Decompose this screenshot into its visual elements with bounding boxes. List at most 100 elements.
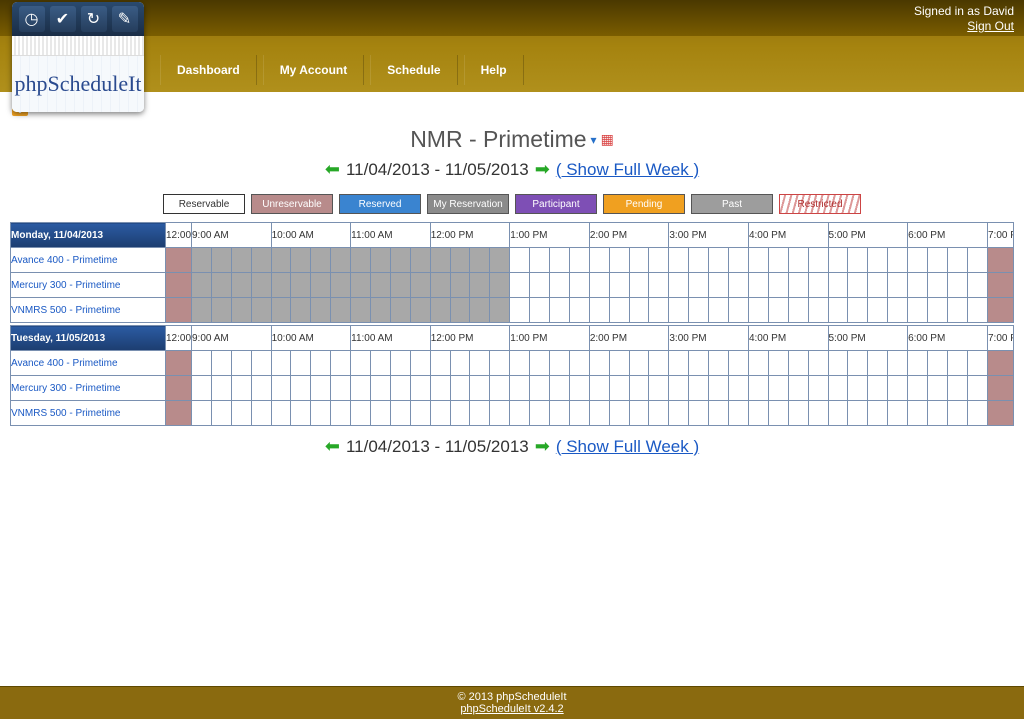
timeslot[interactable] bbox=[828, 248, 848, 273]
timeslot[interactable] bbox=[609, 401, 629, 426]
timeslot[interactable] bbox=[808, 351, 828, 376]
timeslot[interactable] bbox=[251, 351, 271, 376]
timeslot[interactable] bbox=[927, 248, 947, 273]
timeslot[interactable] bbox=[788, 273, 808, 298]
timeslot[interactable] bbox=[768, 298, 788, 323]
timeslot[interactable] bbox=[211, 401, 231, 426]
timeslot[interactable] bbox=[729, 401, 749, 426]
schedule-dropdown-icon[interactable]: ▾ bbox=[591, 133, 597, 147]
timeslot[interactable] bbox=[908, 273, 928, 298]
timeslot[interactable] bbox=[291, 401, 311, 426]
day-header[interactable]: Monday, 11/04/2013 bbox=[11, 223, 166, 248]
timeslot[interactable] bbox=[291, 351, 311, 376]
timeslot[interactable] bbox=[192, 401, 212, 426]
timeslot[interactable] bbox=[589, 351, 609, 376]
timeslot[interactable] bbox=[550, 376, 570, 401]
timeslot[interactable] bbox=[788, 401, 808, 426]
timeslot[interactable] bbox=[569, 248, 589, 273]
timeslot[interactable] bbox=[649, 351, 669, 376]
timeslot[interactable] bbox=[848, 401, 868, 426]
timeslot[interactable] bbox=[908, 298, 928, 323]
timeslot[interactable] bbox=[510, 248, 530, 273]
timeslot[interactable] bbox=[251, 401, 271, 426]
timeslot[interactable] bbox=[927, 376, 947, 401]
timeslot[interactable] bbox=[828, 376, 848, 401]
timeslot[interactable] bbox=[390, 351, 410, 376]
prev-arrow-icon[interactable]: ⬅ bbox=[325, 159, 340, 180]
timeslot[interactable] bbox=[311, 401, 331, 426]
timeslot[interactable] bbox=[748, 351, 768, 376]
timeslot[interactable] bbox=[271, 376, 291, 401]
sign-out-link[interactable]: Sign Out bbox=[967, 19, 1014, 33]
timeslot[interactable] bbox=[927, 273, 947, 298]
timeslot[interactable] bbox=[947, 273, 967, 298]
timeslot[interactable] bbox=[768, 376, 788, 401]
timeslot[interactable] bbox=[908, 248, 928, 273]
timeslot[interactable] bbox=[530, 298, 550, 323]
day-header[interactable]: Tuesday, 11/05/2013 bbox=[11, 326, 166, 351]
timeslot[interactable] bbox=[550, 351, 570, 376]
timeslot[interactable] bbox=[450, 351, 470, 376]
timeslot[interactable] bbox=[927, 401, 947, 426]
timeslot[interactable] bbox=[947, 248, 967, 273]
timeslot[interactable] bbox=[371, 376, 391, 401]
timeslot[interactable] bbox=[530, 351, 550, 376]
timeslot[interactable] bbox=[808, 273, 828, 298]
timeslot[interactable] bbox=[629, 376, 649, 401]
timeslot[interactable] bbox=[689, 248, 709, 273]
resource-label[interactable]: Mercury 300 - Primetime bbox=[11, 273, 166, 298]
timeslot[interactable] bbox=[510, 273, 530, 298]
timeslot[interactable] bbox=[490, 376, 510, 401]
timeslot[interactable] bbox=[390, 401, 410, 426]
timeslot[interactable] bbox=[888, 351, 908, 376]
timeslot[interactable] bbox=[231, 351, 251, 376]
timeslot[interactable] bbox=[649, 248, 669, 273]
timeslot[interactable] bbox=[371, 401, 391, 426]
timeslot[interactable] bbox=[868, 351, 888, 376]
timeslot[interactable] bbox=[808, 298, 828, 323]
timeslot[interactable] bbox=[709, 298, 729, 323]
timeslot[interactable] bbox=[729, 351, 749, 376]
timeslot[interactable] bbox=[490, 401, 510, 426]
timeslot[interactable] bbox=[669, 376, 689, 401]
timeslot[interactable] bbox=[947, 298, 967, 323]
timeslot[interactable] bbox=[192, 351, 212, 376]
timeslot[interactable] bbox=[231, 376, 251, 401]
timeslot[interactable] bbox=[510, 376, 530, 401]
timeslot[interactable] bbox=[569, 376, 589, 401]
timeslot[interactable] bbox=[510, 401, 530, 426]
timeslot[interactable] bbox=[788, 351, 808, 376]
timeslot[interactable] bbox=[828, 273, 848, 298]
timeslot[interactable] bbox=[649, 273, 669, 298]
footer-version[interactable]: phpScheduleIt v2.4.2 bbox=[460, 703, 563, 715]
resource-label[interactable]: Avance 400 - Primetime bbox=[11, 351, 166, 376]
timeslot[interactable] bbox=[748, 248, 768, 273]
nav-help[interactable]: Help bbox=[464, 55, 524, 85]
timeslot[interactable] bbox=[629, 248, 649, 273]
timeslot[interactable] bbox=[550, 401, 570, 426]
timeslot[interactable] bbox=[868, 273, 888, 298]
timeslot[interactable] bbox=[908, 376, 928, 401]
timeslot[interactable] bbox=[430, 376, 450, 401]
timeslot[interactable] bbox=[947, 376, 967, 401]
timeslot[interactable] bbox=[470, 376, 490, 401]
resource-label[interactable]: Mercury 300 - Primetime bbox=[11, 376, 166, 401]
timeslot[interactable] bbox=[709, 248, 729, 273]
timeslot[interactable] bbox=[649, 298, 669, 323]
timeslot[interactable] bbox=[331, 401, 351, 426]
resource-label[interactable]: Avance 400 - Primetime bbox=[11, 248, 166, 273]
timeslot[interactable] bbox=[629, 273, 649, 298]
timeslot[interactable] bbox=[927, 351, 947, 376]
timeslot[interactable] bbox=[430, 351, 450, 376]
timeslot[interactable] bbox=[510, 351, 530, 376]
show-full-week-link[interactable]: ( Show Full Week ) bbox=[556, 160, 699, 180]
timeslot[interactable] bbox=[629, 298, 649, 323]
timeslot[interactable] bbox=[748, 376, 768, 401]
timeslot[interactable] bbox=[888, 248, 908, 273]
timeslot[interactable] bbox=[729, 273, 749, 298]
timeslot[interactable] bbox=[669, 273, 689, 298]
prev-arrow-icon-bottom[interactable]: ⬅ bbox=[325, 436, 340, 457]
timeslot[interactable] bbox=[251, 376, 271, 401]
timeslot[interactable] bbox=[569, 298, 589, 323]
timeslot[interactable] bbox=[410, 401, 430, 426]
